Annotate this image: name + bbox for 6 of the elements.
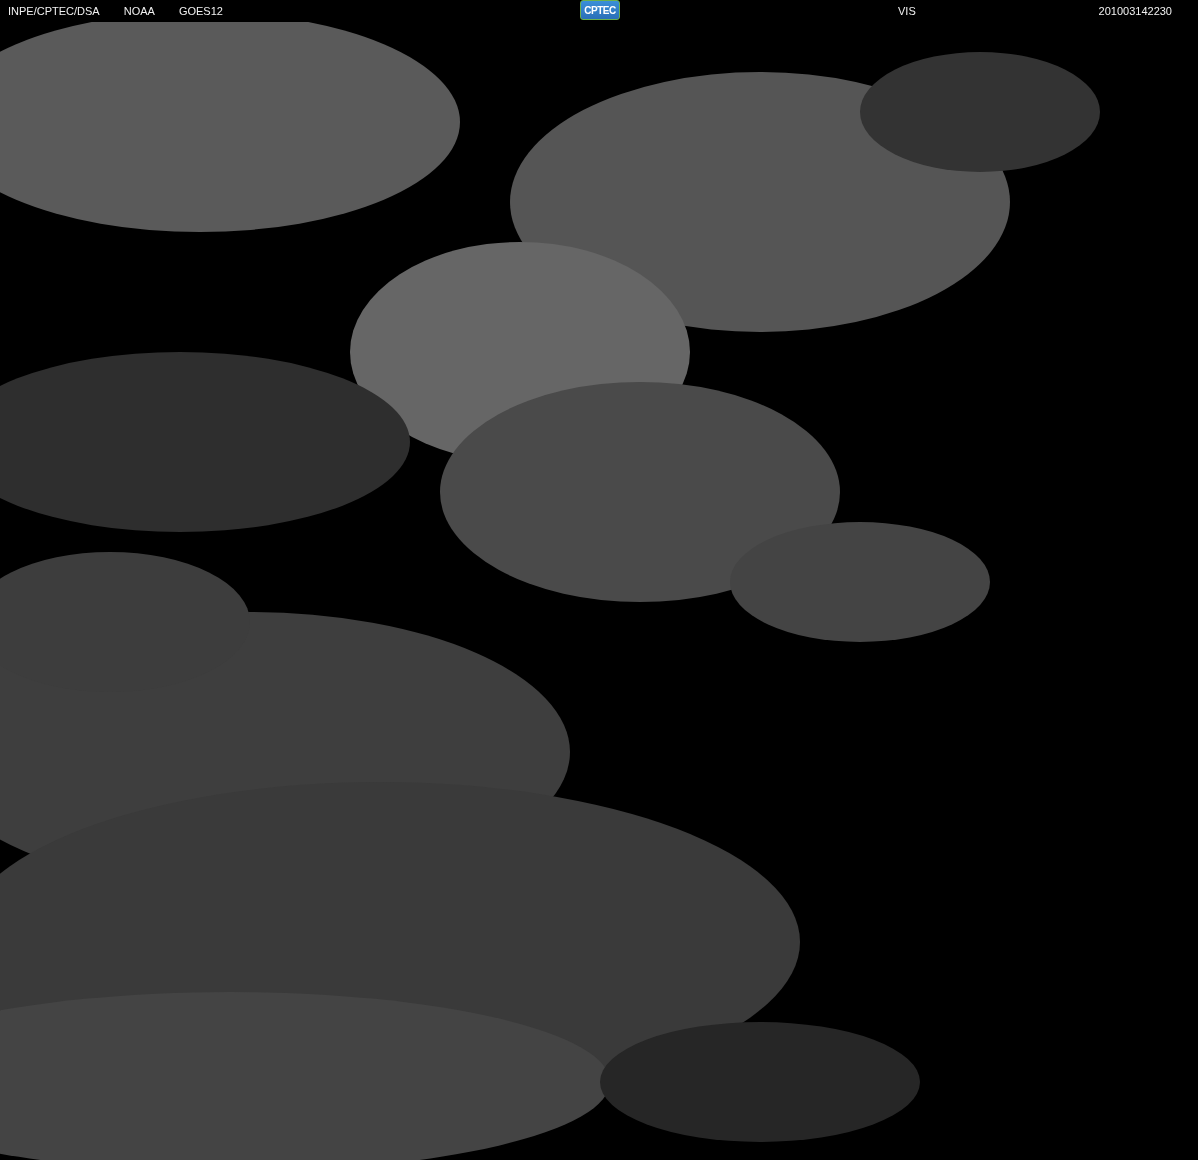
- agency-label: NOAA: [123, 5, 155, 17]
- source-label: INPE/CPTEC/DSA: [8, 5, 100, 17]
- timestamp: 201003142230: [1098, 5, 1173, 17]
- logo: CPTEC: [580, 0, 620, 20]
- satellite-label: GOES12: [178, 5, 223, 17]
- channel-label: VIS: [897, 5, 917, 17]
